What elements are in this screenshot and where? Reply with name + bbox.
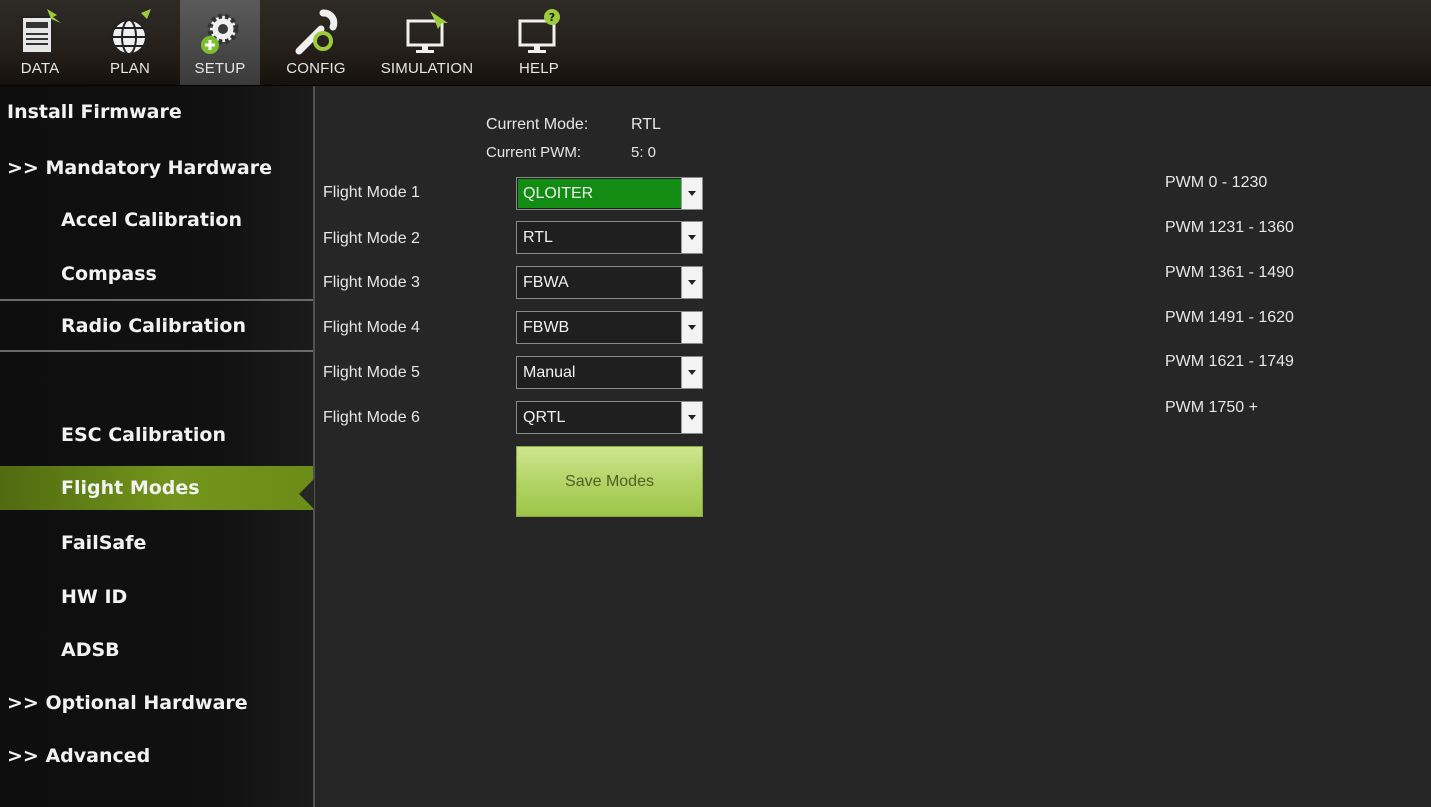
flight-mode-6-select[interactable]: QRTL — [516, 401, 703, 434]
help-button[interactable]: ? HELP — [506, 0, 572, 85]
flight-mode-1-pwm-range: PWM 0 - 1230 — [1165, 174, 1268, 191]
config-button[interactable]: CONFIG — [276, 0, 356, 85]
flight-mode-1-label: Flight Mode 1 — [323, 184, 420, 201]
sidebar-item-radio-calibration[interactable]: Radio Calibration — [0, 306, 313, 346]
flight-mode-5-select[interactable]: Manual — [516, 356, 703, 389]
flight-mode-1-select[interactable]: QLOITER — [516, 177, 703, 210]
data-icon — [21, 9, 61, 54]
chevron-down-icon[interactable] — [681, 222, 702, 253]
flight-mode-6-pwm-range: PWM 1750 + — [1165, 399, 1258, 416]
monitor-plane-icon — [406, 11, 448, 53]
current-pwm-label: Current PWM: — [486, 144, 582, 161]
setup-button[interactable]: SETUP — [180, 0, 260, 85]
sidebar-item-adsb[interactable]: ADSB — [0, 630, 313, 670]
flight-mode-2-select[interactable]: RTL — [516, 221, 703, 254]
flight-mode-3-value: FBWA — [523, 274, 569, 291]
sidebar-divider — [0, 350, 313, 352]
sidebar-item-mandatory-hardware[interactable]: >> Mandatory Hardware — [0, 148, 313, 188]
save-modes-button[interactable]: Save Modes — [516, 446, 703, 517]
flight-mode-6-label: Flight Mode 6 — [323, 409, 420, 426]
globe-icon — [111, 9, 151, 55]
sidebar-item-hw-id[interactable]: HW ID — [0, 577, 313, 617]
sidebar-item-optional-hardware[interactable]: >> Optional Hardware — [0, 683, 313, 723]
current-mode-value: RTL — [631, 116, 661, 133]
wrench-icon — [295, 9, 338, 55]
flight-mode-4-pwm-range: PWM 1491 - 1620 — [1165, 309, 1294, 326]
flight-mode-6-value: QRTL — [523, 409, 566, 426]
flight-mode-2-label: Flight Mode 2 — [323, 230, 420, 247]
sidebar-item-failsafe[interactable]: FailSafe — [0, 523, 313, 563]
setup-sidebar: Install Firmware >> Mandatory Hardware A… — [0, 86, 315, 807]
active-item-pointer — [299, 479, 314, 509]
flight-mode-3-label: Flight Mode 3 — [323, 274, 420, 291]
flight-mode-4-value: FBWB — [523, 319, 570, 336]
help-label: HELP — [519, 60, 559, 77]
flight-mode-5-value: Manual — [523, 364, 576, 381]
sidebar-item-esc-calibration[interactable]: ESC Calibration — [0, 415, 313, 455]
flight-mode-5-label: Flight Mode 5 — [323, 364, 420, 381]
current-pwm-value: 5: 0 — [631, 144, 657, 161]
simulation-button[interactable]: SIMULATION — [366, 0, 488, 85]
sidebar-divider — [0, 299, 313, 301]
setup-label: SETUP — [194, 60, 246, 77]
top-toolbar: DATA PLAN SETUP CONFIG SIMULATION ? HELP — [0, 0, 1431, 86]
flight-mode-3-select[interactable]: FBWA — [516, 266, 703, 299]
chevron-down-icon[interactable] — [681, 312, 702, 343]
plan-button[interactable]: PLAN — [98, 0, 162, 85]
gears-icon — [201, 13, 239, 54]
chevron-down-icon[interactable] — [681, 402, 702, 433]
flight-mode-3-pwm-range: PWM 1361 - 1490 — [1165, 264, 1294, 281]
flight-mode-2-value: RTL — [523, 229, 553, 246]
flight-mode-4-label: Flight Mode 4 — [323, 319, 420, 336]
svg-text:?: ? — [549, 11, 555, 24]
flight-mode-2-pwm-range: PWM 1231 - 1360 — [1165, 219, 1294, 236]
current-mode-label: Current Mode: — [486, 116, 589, 133]
sidebar-item-install-firmware[interactable]: Install Firmware — [0, 92, 313, 132]
simulation-label: SIMULATION — [380, 60, 474, 77]
sidebar-item-compass[interactable]: Compass — [0, 254, 313, 294]
flight-mode-4-select[interactable]: FBWB — [516, 311, 703, 344]
chevron-down-icon[interactable] — [681, 357, 702, 388]
data-button[interactable]: DATA — [12, 0, 68, 85]
flight-mode-5-pwm-range: PWM 1621 - 1749 — [1165, 353, 1294, 370]
chevron-down-icon[interactable] — [681, 267, 702, 298]
monitor-help-icon: ? — [518, 9, 560, 53]
sidebar-item-flight-modes[interactable]: Flight Modes — [0, 466, 313, 510]
flight-mode-1-value: QLOITER — [518, 179, 681, 208]
plan-label: PLAN — [110, 60, 150, 77]
chevron-down-icon[interactable] — [681, 178, 702, 209]
config-label: CONFIG — [286, 60, 346, 77]
sidebar-item-accel-calibration[interactable]: Accel Calibration — [0, 200, 313, 240]
sidebar-item-advanced[interactable]: >> Advanced — [0, 736, 313, 776]
data-label: DATA — [20, 60, 60, 77]
